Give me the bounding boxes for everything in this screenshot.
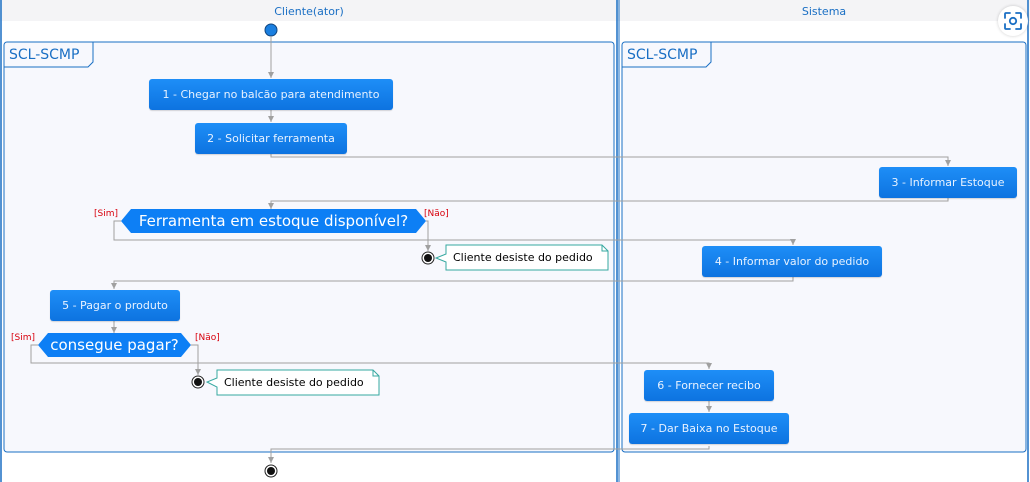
- action-fornecer-recibo[interactable]: 6 - Fornecer recibo: [644, 370, 774, 401]
- action-dar-baixa[interactable]: 7 - Dar Baixa no Estoque: [629, 413, 789, 444]
- focus-scan-icon: [1004, 12, 1022, 30]
- guard-stock-yes: [Sim]: [94, 209, 119, 219]
- note-stock-text: Cliente desiste do pedido: [453, 251, 593, 264]
- action-informar-valor[interactable]: 4 - Informar valor do pedido: [702, 246, 882, 277]
- guard-pay-no: [Não]: [195, 333, 220, 343]
- decision-pay-text: consegue pagar?: [50, 336, 179, 354]
- action-informar-estoque[interactable]: 3 - Informar Estoque: [879, 167, 1017, 198]
- edge-a7-end: [268, 446, 710, 463]
- end-node: [264, 464, 278, 478]
- guard-pay-yes: [Sim]: [11, 333, 36, 343]
- start-node: [264, 23, 278, 37]
- lane-title-cliente: Cliente(ator): [274, 5, 344, 18]
- frame-label-sistema: SCL-SCMP: [627, 47, 698, 63]
- flow-final-stock: [421, 251, 435, 265]
- frame-label-cliente: SCL-SCMP: [9, 47, 80, 63]
- action-chegar-balcao[interactable]: 1 - Chegar no balcão para atendimento: [149, 79, 393, 110]
- decision-stock-text: Ferramenta em estoque disponível?: [138, 212, 409, 230]
- activity-diagram: [0, 0, 1030, 482]
- note-pay-text: Cliente desiste do pedido: [224, 376, 364, 389]
- action-pagar-produto[interactable]: 5 - Pagar o produto: [50, 290, 180, 321]
- focus-scan-button[interactable]: [998, 6, 1028, 36]
- flow-final-pay: [191, 375, 205, 389]
- guard-stock-no: [Não]: [424, 209, 449, 219]
- lane-title-sistema: Sistema: [801, 5, 847, 18]
- action-solicitar-ferramenta[interactable]: 2 - Solicitar ferramenta: [195, 123, 347, 154]
